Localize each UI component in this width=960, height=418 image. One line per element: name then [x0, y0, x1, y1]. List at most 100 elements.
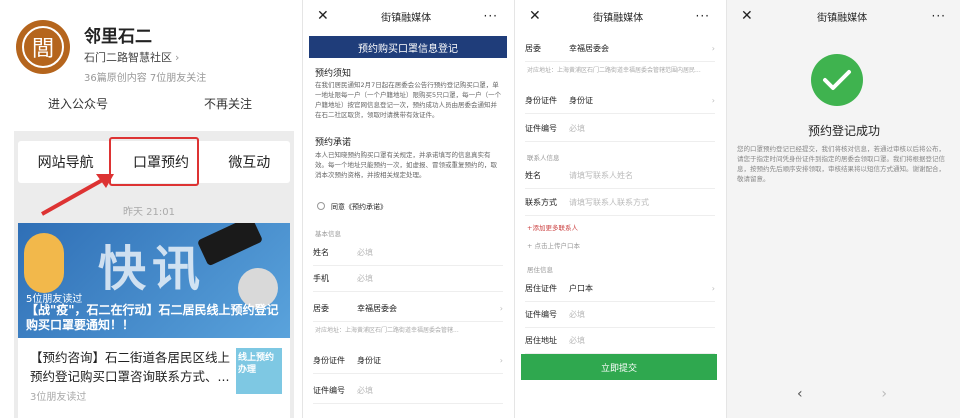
- microphone-icon: [196, 223, 264, 267]
- field-placeholder: 必填: [569, 336, 585, 345]
- page-header: ✕ 街镇融媒体 ···: [727, 0, 960, 32]
- notice-title: 预约须知: [315, 69, 352, 79]
- field-label: 身份证件: [525, 96, 557, 105]
- account-subtitle[interactable]: 石门二路智慧社区 ›: [84, 49, 179, 65]
- agree-radio[interactable]: [317, 202, 325, 210]
- menu-item-interaction[interactable]: 微互动: [228, 152, 270, 172]
- header-title: 街镇融媒体: [817, 12, 868, 24]
- logo-glyph: 閭: [22, 26, 64, 68]
- name-field[interactable]: 姓名 必填: [313, 240, 503, 266]
- chevron-right-icon: ›: [711, 284, 715, 293]
- field-label: 联系方式: [525, 198, 557, 207]
- back-arrow-icon[interactable]: ‹: [797, 386, 803, 402]
- basic-info-section: 基本信息: [315, 230, 341, 238]
- success-title: 预约登记成功: [807, 124, 880, 138]
- field-placeholder: 必填: [569, 124, 585, 133]
- page-header: ✕ 街镇融媒体 ···: [303, 0, 512, 32]
- chevron-right-icon: ›: [499, 304, 503, 313]
- booking-form-panel: ✕ 街镇融媒体 ··· 预约购买口罩信息登记 预约须知 在我们居民通知2月7日起…: [302, 0, 512, 418]
- field-label: 居委: [313, 304, 329, 313]
- residence-doc-select[interactable]: 居住证件 户口本 ›: [525, 276, 715, 302]
- committee-select[interactable]: 居委 幸福居委会 ›: [525, 36, 715, 62]
- account-logo[interactable]: 閭: [16, 20, 70, 74]
- submit-button[interactable]: 立即提交: [521, 354, 717, 380]
- page-navigation: ‹ ›: [797, 386, 887, 402]
- headline-article-card[interactable]: 快讯 5位朋友读过 【战"疫"，石二在行动】石二居民线上预约登记购买口罩要通知！…: [18, 223, 290, 338]
- phone-field[interactable]: 手机 必填: [313, 266, 503, 292]
- field-placeholder: 请填写联系人联系方式: [569, 198, 649, 207]
- field-value: 幸福居委会: [569, 44, 609, 53]
- header-title: 街镇融媒体: [593, 12, 644, 24]
- address-note: 对应地址：上海黄浦区石门二路街道幸福居委会管辖...: [315, 327, 459, 334]
- account-profile-panel: 閭 邻里石二 石门二路智慧社区 › 36篇原创内容 7位朋友关注 进入公众号 不再…: [0, 0, 300, 418]
- illustration-figure: [238, 268, 278, 308]
- account-name: 邻里石二: [84, 27, 152, 47]
- article-thumbnail: 线上预约办理: [236, 348, 282, 394]
- illustration-figure: [24, 233, 64, 293]
- field-placeholder: 必填: [357, 386, 373, 395]
- more-icon[interactable]: ···: [932, 9, 946, 23]
- chevron-right-icon: ›: [711, 44, 715, 53]
- more-icon[interactable]: ···: [484, 9, 498, 23]
- menu-item-site-nav[interactable]: 网站导航: [38, 152, 94, 172]
- address-note: 对应地址：上海黄浦区石门二路街道幸福居委会管辖范围内居民...: [527, 67, 701, 74]
- booking-form-continued-panel: ✕ 街镇融媒体 ··· 居委 幸福居委会 › 对应地址：上海黄浦区石门二路街道幸…: [514, 0, 724, 418]
- add-contact-link[interactable]: +添加更多联系人: [527, 222, 578, 232]
- field-value: 身份证: [569, 96, 593, 105]
- field-placeholder: 必填: [357, 274, 373, 283]
- field-label: 证件编号: [313, 386, 345, 395]
- residence-address-field[interactable]: 居住地址 必填: [525, 328, 715, 354]
- success-check-icon: [811, 54, 863, 106]
- forward-arrow-icon[interactable]: ›: [881, 386, 887, 402]
- field-placeholder: 请填写联系人姓名: [569, 171, 633, 180]
- field-label: 证件编号: [525, 310, 557, 319]
- field-label: 姓名: [525, 171, 541, 180]
- article-read-count: 3位朋友读过: [30, 392, 87, 403]
- screenshot-collage: 閭 邻里石二 石门二路智慧社区 › 36篇原创内容 7位朋友关注 进入公众号 不再…: [0, 0, 960, 418]
- close-icon[interactable]: ✕: [317, 8, 329, 24]
- contact-name-field[interactable]: 姓名 请填写联系人姓名: [525, 163, 715, 189]
- upload-link[interactable]: + 点击上传户口本: [527, 240, 580, 250]
- article-title: 【预约咨询】石二街道各居民区线上预约登记购买口罩咨询联系方式、...: [30, 350, 231, 384]
- field-label: 居住地址: [525, 336, 557, 345]
- account-actions: 进入公众号 不再关注: [0, 95, 300, 112]
- account-subtitle-text: 石门二路智慧社区: [84, 51, 172, 64]
- header-title: 街镇融媒体: [381, 12, 432, 24]
- field-label: 居委: [525, 44, 541, 53]
- field-value: 身份证: [357, 356, 381, 365]
- id-number-field[interactable]: 证件编号 必填: [525, 116, 715, 142]
- chevron-right-icon: ›: [499, 356, 503, 365]
- id-type-select[interactable]: 身份证件 身份证 ›: [525, 88, 715, 114]
- chevron-right-icon: ›: [711, 96, 715, 105]
- field-label: 居住证件: [525, 284, 557, 293]
- chevron-right-icon: ›: [175, 51, 180, 64]
- field-placeholder: 必填: [569, 310, 585, 319]
- close-icon[interactable]: ✕: [529, 8, 541, 24]
- success-panel: ✕ 街镇融媒体 ··· 预约登记成功 您的口罩预约登记已经提交，我们将核对信息，…: [726, 0, 960, 418]
- residence-doc-number-field[interactable]: 证件编号 必填: [525, 302, 715, 328]
- success-description: 您的口罩预约登记已经提交，我们将核对信息，若通过审核以后将公布，请您于指定时间凭…: [737, 145, 945, 183]
- field-label: 手机: [313, 274, 329, 283]
- more-icon[interactable]: ···: [696, 9, 710, 23]
- residence-section-title: 居住信息: [527, 266, 553, 274]
- id-number-field[interactable]: 证件编号 必填: [313, 378, 503, 404]
- article-title: 【战"疫"，石二在行动】石二居民线上预约登记购买口罩要通知！！: [26, 303, 279, 332]
- contact-phone-field[interactable]: 联系方式 请填写联系人联系方式: [525, 190, 715, 216]
- agree-label[interactable]: 同意《预约承诺》: [331, 202, 387, 212]
- field-label: 身份证件: [313, 356, 345, 365]
- notice-text: 在我们居民通知2月7日起在居委会公告行预约登记购买口罩，单一地址限每一户（一个户…: [315, 81, 502, 119]
- unfollow-button[interactable]: 不再关注: [204, 95, 252, 112]
- page-header: ✕ 街镇融媒体 ···: [515, 0, 724, 32]
- field-label: 姓名: [313, 248, 329, 257]
- committee-select[interactable]: 居委 幸福居委会 ›: [313, 296, 503, 322]
- id-type-select[interactable]: 身份证件 身份证 ›: [313, 348, 503, 374]
- close-icon[interactable]: ✕: [741, 8, 753, 24]
- article-list-item[interactable]: 【预约咨询】石二街道各居民区线上预约登记购买口罩咨询联系方式、... 3位朋友读…: [18, 338, 290, 418]
- account-stats: 36篇原创内容 7位朋友关注: [84, 73, 207, 84]
- field-value: 幸福居委会: [357, 304, 397, 313]
- red-arrow-icon: [41, 174, 114, 216]
- contact-section-title: 联系人信息: [527, 154, 560, 162]
- field-value: 户口本: [569, 284, 593, 293]
- enter-account-button[interactable]: 进入公众号: [48, 95, 108, 112]
- field-placeholder: 必填: [357, 248, 373, 257]
